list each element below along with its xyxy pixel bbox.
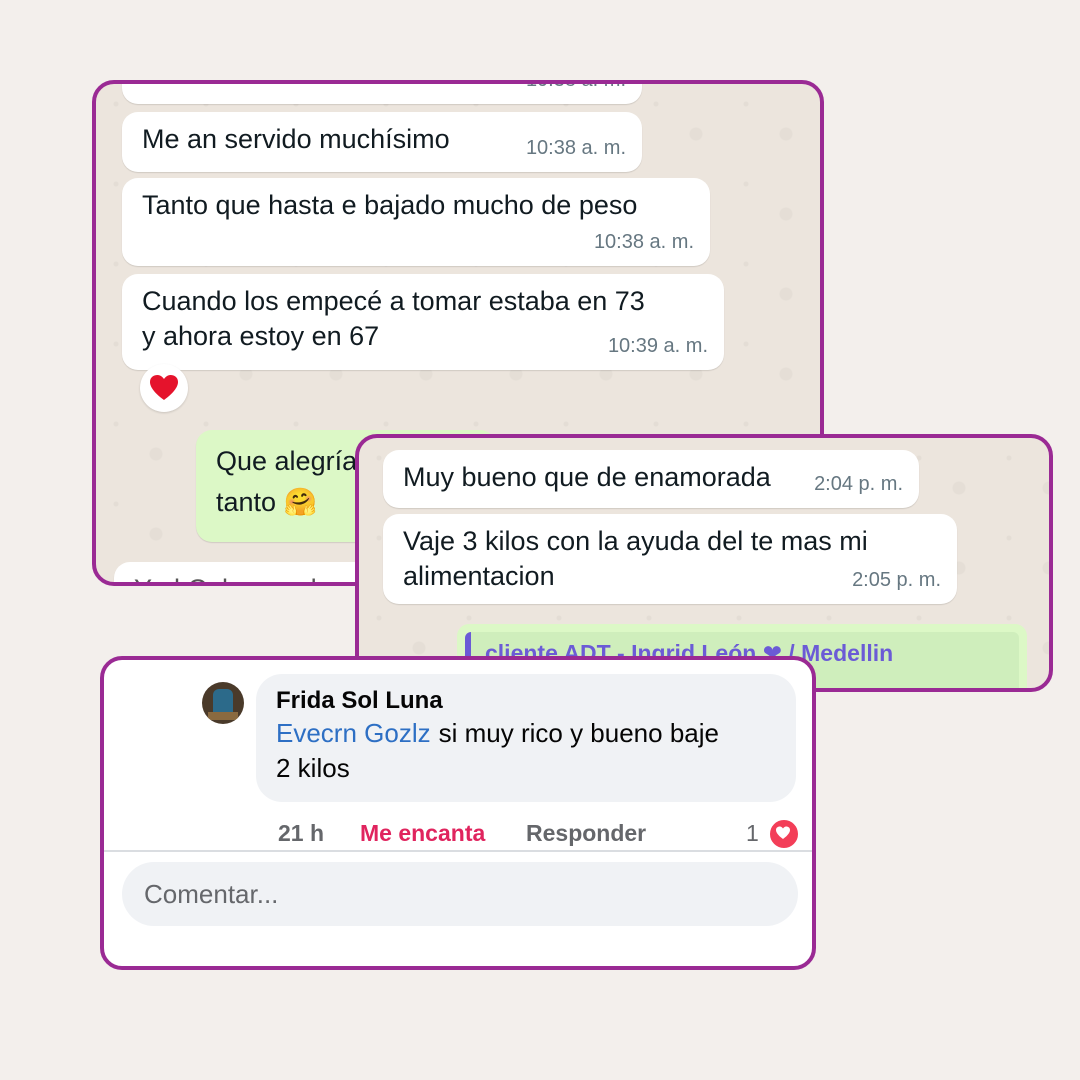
comment-input[interactable]: Comentar... (122, 862, 798, 926)
comment-author[interactable]: Frida Sol Luna (276, 686, 776, 716)
message-time: 10:38 a. m. (593, 231, 694, 253)
message-text: Y el Colon me ha (134, 574, 341, 582)
message-text: Tanto que hasta e bajado mucho de peso (142, 190, 638, 220)
love-reaction-icon[interactable] (768, 818, 800, 850)
message-time: 2:05 p. m. (852, 569, 941, 591)
message-text-line: Vaje 3 kilos con la ayuda del te mas mi (403, 526, 868, 556)
message-bubble: Me an servido muchísimo 10:38 a. m. (122, 112, 642, 172)
comment-bubble: Frida Sol Luna Evecrn Gozlz si muy rico y… (256, 674, 796, 802)
comment-timestamp[interactable]: 21 h (278, 820, 324, 847)
message-time: 2:04 p. m. (814, 473, 903, 495)
comment-mention[interactable]: Evecrn Gozlz (276, 718, 431, 748)
message-bubble: Vaje 3 kilos con la ayuda del te mas mi … (383, 514, 957, 604)
hugging-face-icon: 🤗 (283, 487, 318, 517)
reply-button[interactable]: Responder (526, 820, 646, 847)
comment-text-line: Evecrn Gozlz si muy rico y bueno baje (276, 716, 776, 751)
message-time: 10:39 a. m. (607, 335, 708, 357)
message-text-line: Cuando los empecé a tomar estaba en 73 (142, 286, 645, 316)
comment-text: si muy rico y bueno baje (438, 718, 719, 748)
message-text: Muy bueno que de enamorada (403, 462, 771, 492)
reaction-count[interactable]: 1 (746, 820, 759, 847)
message-text: Me an servido muchísimo (142, 124, 450, 154)
message-bubble: Tanto que hasta e bajado mucho de peso 1… (122, 178, 710, 266)
divider (104, 850, 812, 852)
facebook-comment-screenshot: Frida Sol Luna Evecrn Gozlz si muy rico y… (100, 656, 816, 970)
message-bubble: Muy bueno que de enamorada 2:04 p. m. (383, 450, 919, 508)
comment-text-line: 2 kilos (276, 753, 350, 783)
love-reaction-button[interactable]: Me encanta (360, 820, 485, 847)
avatar[interactable] (202, 682, 244, 724)
chat-screenshot-2: Muy bueno que de enamorada 2:04 p. m. Va… (355, 434, 1053, 692)
heart-reaction-icon[interactable] (140, 364, 188, 412)
message-time: 10:38 a. m. (525, 80, 626, 91)
message-time: 10:38 a. m. (525, 137, 626, 159)
message-bubble: Cuando los empecé a tomar estaba en 73 y… (122, 274, 724, 370)
comment-placeholder: Comentar... (144, 879, 279, 909)
message-text-part: tanto (216, 487, 277, 517)
message-bubble-cut-top: 10:38 a. m. (122, 80, 642, 104)
